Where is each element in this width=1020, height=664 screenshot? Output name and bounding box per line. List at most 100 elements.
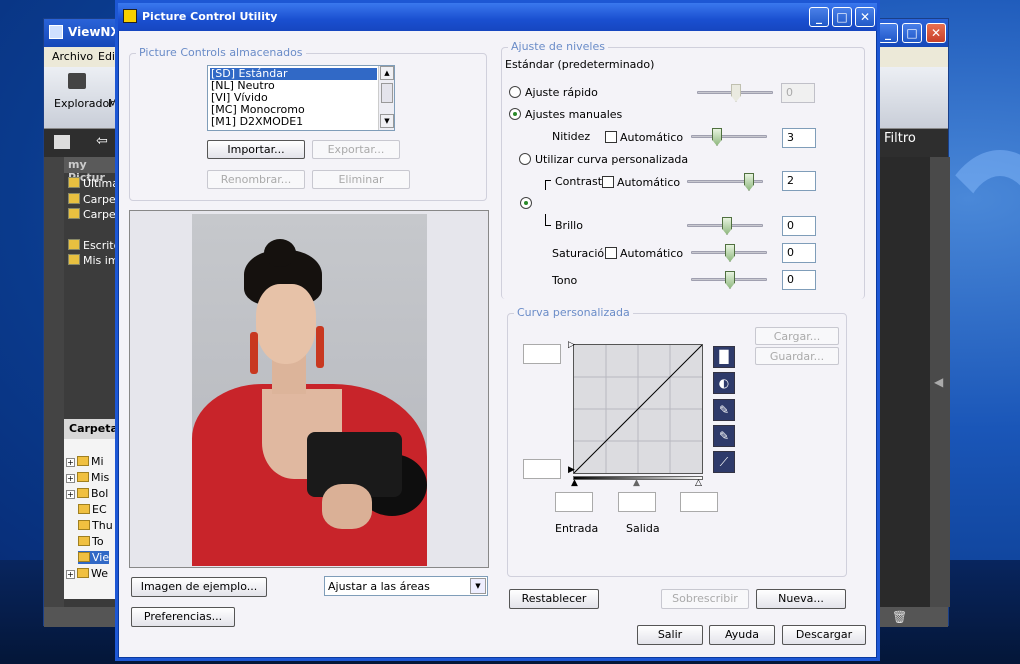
sharpness-track[interactable] <box>691 135 767 138</box>
dialog-close-button[interactable]: ✕ <box>855 7 875 27</box>
white-point-marker-icon[interactable]: △ <box>695 478 702 488</box>
curve-graph[interactable] <box>573 344 703 474</box>
folder-item[interactable]: + Mis <box>66 471 109 484</box>
histogram-icon[interactable]: ▐▌ <box>713 346 735 368</box>
dialog-titlebar[interactable]: Picture Control Utility <box>118 3 877 31</box>
output-field[interactable] <box>618 492 656 512</box>
help-button[interactable]: Ayuda <box>709 625 775 645</box>
input-field[interactable] <box>555 492 593 512</box>
scroll-down-icon[interactable]: ▼ <box>380 114 394 128</box>
trash-icon[interactable]: 🗑 <box>892 610 907 624</box>
save-curve-button[interactable]: Guardar... <box>755 347 839 365</box>
dialog-title: Picture Control Utility <box>142 10 278 23</box>
folder-item[interactable]: EC <box>78 503 107 516</box>
left-item[interactable]: Mis imá <box>68 254 121 267</box>
chevron-down-icon[interactable]: ▼ <box>470 578 486 594</box>
expand-icon[interactable]: + <box>66 570 75 579</box>
photo-hand <box>322 484 372 529</box>
manual-adjust-radio[interactable] <box>509 108 521 120</box>
curve-bracket-bottom <box>545 214 551 226</box>
folder-item[interactable]: Thu <box>78 519 113 532</box>
viewnx-close-button[interactable]: ✕ <box>926 23 946 43</box>
viewnx-minimize-button[interactable]: _ <box>878 23 898 43</box>
linear-curve-icon[interactable]: ⟋ <box>713 451 735 473</box>
fit-select[interactable]: Ajustar a las áreas ▼ <box>324 576 488 596</box>
nikon-app-icon <box>123 9 137 23</box>
expand-icon[interactable]: + <box>66 474 75 483</box>
expand-icon[interactable]: + <box>66 458 75 467</box>
menu-archivo[interactable]: Archivo <box>52 50 93 63</box>
custom-curve-radio[interactable] <box>519 153 531 165</box>
white-output-marker-icon[interactable]: ▷ <box>568 340 575 350</box>
scroll-thumb[interactable] <box>381 83 393 103</box>
folder-item[interactable]: To <box>78 535 104 548</box>
picture-control-dialog[interactable]: Picture Control Utility _ □ ✕ Picture Co… <box>118 3 877 658</box>
hue-field[interactable]: 0 <box>782 270 816 290</box>
black-point-marker-icon[interactable]: ▲ <box>571 478 578 488</box>
contrast-circle-icon[interactable]: ◐ <box>713 372 735 394</box>
saturation-auto-label: Automático <box>620 247 684 260</box>
download-button[interactable]: Descargar <box>782 625 866 645</box>
scroll-up-icon[interactable]: ▲ <box>380 66 394 80</box>
folder-icon <box>78 552 90 562</box>
saturation-auto-checkbox[interactable] <box>605 247 617 259</box>
left-item[interactable]: Carpet <box>68 193 121 206</box>
exit-button[interactable]: Salir <box>637 625 703 645</box>
folder-item[interactable]: + Bol <box>66 487 108 500</box>
dialog-maximize-button[interactable]: □ <box>832 7 852 27</box>
import-button[interactable]: Importar... <box>207 140 305 159</box>
manual-adjust-label: Ajustes manuales <box>525 108 623 121</box>
list-scrollbar[interactable]: ▲ ▼ <box>378 66 394 130</box>
folder-item[interactable]: + Mi <box>66 455 104 468</box>
new-button[interactable]: Nueva... <box>756 589 846 609</box>
mid-point-marker-icon[interactable]: ▲ <box>633 478 640 488</box>
sample-image-button[interactable]: Imagen de ejemplo... <box>131 577 267 597</box>
folder-icon <box>77 456 89 466</box>
filter-label[interactable]: Filtro <box>884 131 916 146</box>
curve-graph-svg <box>574 345 702 473</box>
brightness-field[interactable]: 0 <box>782 216 816 236</box>
preferences-button[interactable]: Preferencias... <box>131 607 235 627</box>
stored-controls-list[interactable]: [SD] Estándar [NL] Neutro [VI] Vívido [M… <box>207 65 395 131</box>
export-button[interactable]: Exportar... <box>312 140 400 159</box>
third-point-field[interactable] <box>680 492 718 512</box>
delete-button[interactable]: Eliminar <box>312 170 410 189</box>
contrast-brightness-radio[interactable] <box>520 197 532 209</box>
rename-button[interactable]: Renombrar... <box>207 170 305 189</box>
left-item[interactable]: Última <box>68 177 121 190</box>
load-button[interactable]: Cargar... <box>755 327 839 345</box>
contrast-field[interactable]: 2 <box>782 171 816 191</box>
viewnx-maximize-button[interactable]: □ <box>902 23 922 43</box>
sharpness-auto-checkbox[interactable] <box>605 131 617 143</box>
left-item[interactable]: Escritor <box>68 239 121 252</box>
viewnx-app-icon <box>49 25 63 39</box>
saturation-field[interactable]: 0 <box>782 243 816 263</box>
output-black-field[interactable] <box>523 459 561 479</box>
quick-adjust-field[interactable]: 0 <box>781 83 815 103</box>
list-item[interactable]: [M1] D2XMODE1 <box>210 116 303 128</box>
reset-button[interactable]: Restablecer <box>509 589 599 609</box>
sharpness-field[interactable]: 3 <box>782 128 816 148</box>
contrast-auto-checkbox[interactable] <box>602 176 614 188</box>
quick-adjust-radio[interactable] <box>509 86 521 98</box>
expand-right-icon[interactable]: ◀ <box>934 375 943 389</box>
toolbar-explorador[interactable]: Explorador <box>54 97 114 110</box>
sharpness-auto-label: Automático <box>620 131 684 144</box>
folder-item[interactable]: + We <box>66 567 108 580</box>
grid-view-icon[interactable] <box>54 135 70 149</box>
overwrite-button[interactable]: Sobrescribir <box>661 589 749 609</box>
folder-icon <box>68 208 80 219</box>
my-pictures-header: my Pictur <box>64 157 121 184</box>
folder-icon <box>68 239 80 250</box>
output-white-field[interactable] <box>523 344 561 364</box>
folder-item-selected[interactable]: Vie <box>78 551 110 564</box>
eyedropper-white-icon[interactable]: ✎ <box>713 425 735 447</box>
eyedropper-icon[interactable]: ✎ <box>713 399 735 421</box>
profile-name: Estándar (predeterminado) <box>505 58 655 71</box>
expand-icon[interactable]: + <box>66 490 75 499</box>
back-arrow-icon[interactable]: ⇦ <box>96 133 108 149</box>
black-output-marker-icon[interactable]: ▶ <box>568 465 575 475</box>
left-item[interactable]: Carpet <box>68 208 121 221</box>
dialog-minimize-button[interactable]: _ <box>809 7 829 27</box>
explorer-icon[interactable] <box>68 73 86 89</box>
